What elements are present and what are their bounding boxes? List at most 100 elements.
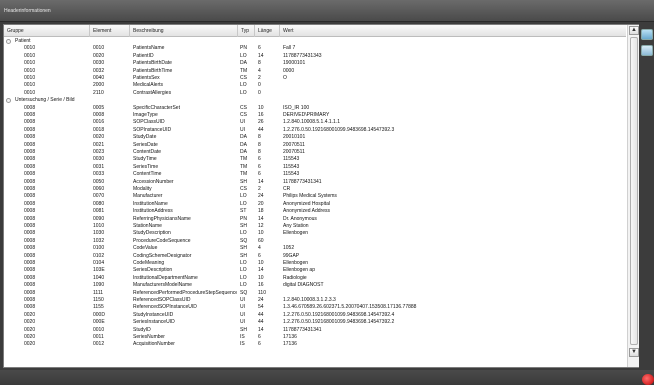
cell-wert: 1.2.840.10008.5.1.4.1.1.1 (283, 119, 340, 126)
cell-beschreibung: StationName (133, 223, 162, 229)
table-row[interactable]: 0008 1090 ManufacturersModelName LO 16 digita… (4, 282, 626, 289)
table-row[interactable]: 0008 1150 ReferencedSOPClassUID UI 24 1.2.840… (4, 297, 626, 304)
table-row[interactable]: 0008 0030 StudyTime TM 6 115543 (4, 156, 626, 163)
table-row[interactable]: 0008 0050 AccessionNumber SH 14 1178877343134… (4, 179, 626, 186)
cell-gruppe: 0008 (24, 163, 36, 170)
cell-element: 0016 (93, 119, 105, 126)
cell-beschreibung: AccessionNumber (133, 178, 174, 185)
table-row[interactable]: 0020 000E SeriesInstanceUID UI 44 1.2.276.0.5… (4, 319, 626, 326)
table-view-icon[interactable] (641, 45, 653, 56)
table-row[interactable]: 0008 1040 InstitutionalDepartmentName LO 10 R… (4, 275, 626, 282)
cell-gruppe: 0008 (24, 289, 36, 296)
cell-beschreibung: InstitutionName (133, 200, 168, 207)
table-row[interactable]: 0008 0023 ContentDate DA 8 20070511 (4, 149, 626, 156)
column-header-typ[interactable]: Typ (238, 25, 255, 37)
scroll-thumb[interactable] (630, 37, 638, 345)
cell-beschreibung: ImageType (133, 112, 158, 118)
cell-laenge: 6 (258, 252, 261, 259)
table-row[interactable]: 0010 0032 PatientsBirthTime TM 4 0000 (4, 68, 626, 75)
cell-typ: UI (240, 126, 245, 133)
table-row[interactable]: 0008 0060 Modality CS 2 CR (4, 186, 626, 193)
table-row[interactable]: 0008 1111 ReferencedPerformedProcedureStep… (4, 290, 626, 297)
group-row[interactable]: Patient (4, 38, 626, 45)
table-row[interactable]: 0008 0005 SpecificCharacterSet CS 10 ISO_IR 1… (4, 105, 626, 112)
cell-wert: ISO_IR 100 (283, 104, 310, 111)
collapse-toggle-icon[interactable] (6, 39, 11, 45)
column-header-laenge[interactable]: Länge (255, 25, 280, 37)
column-header-wert[interactable]: Wert (280, 25, 626, 37)
cell-typ: SH (240, 223, 247, 229)
table-row[interactable]: 0008 0104 CodeMeaning LO 10 Ellenbogen (4, 260, 626, 267)
scroll-up-button[interactable]: ▲ (629, 26, 639, 35)
cell-element: 0040 (93, 75, 105, 81)
table-row[interactable]: 0010 2110 ContrastAllergies LO 0 (4, 90, 626, 97)
table-row[interactable]: 0008 0080 InstitutionName LO 20 Anonymized Ho… (4, 201, 626, 208)
cell-element: 2000 (93, 82, 105, 89)
cell-laenge: 24 (258, 297, 264, 303)
image-view-icon[interactable] (641, 29, 653, 40)
table-row[interactable]: 0008 1155 ReferencedSOPInstanceUID UI 54 1.3.… (4, 304, 626, 311)
cell-element: 0030 (93, 156, 105, 163)
table-row[interactable]: 0008 0102 CodingSchemeDesignator SH 6 99GAP (4, 253, 626, 260)
cell-beschreibung: PatientsBirthDate (133, 60, 172, 67)
table-row[interactable]: 0020 0011 SeriesNumber IS 6 17136 (4, 334, 626, 341)
table-row[interactable]: 0008 1010 StationName SH 12 Any Station (4, 223, 626, 230)
cell-wert: 20070511 (283, 149, 305, 155)
table-row[interactable]: 0010 0030 PatientsBirthDate DA 8 19000101 (4, 60, 626, 67)
table-row[interactable]: 0008 1030 StudyDescription LO 10 Ellenbogen (4, 230, 626, 237)
table-row[interactable]: 0010 0010 PatientsName PN 6 Fall 7 (4, 45, 626, 52)
cell-beschreibung: StudyID (133, 326, 151, 333)
close-icon[interactable] (642, 374, 654, 385)
table-row[interactable]: 0020 0012 AcquisitionNumber IS 6 17136 (4, 341, 626, 348)
table-row[interactable]: 0010 0040 PatientsSex CS 2 O (4, 75, 626, 82)
cell-element: 1010 (93, 223, 105, 229)
vertical-scrollbar[interactable]: ▲ ▼ (627, 25, 639, 367)
column-header-element[interactable]: Element (90, 25, 130, 37)
cell-element: 0020 (93, 52, 105, 59)
cell-element: 000D (93, 311, 105, 318)
table-row[interactable]: 0008 0008 ImageType CS 16 DERIVED\PRIMARY (4, 112, 626, 119)
cell-gruppe: 0010 (24, 60, 36, 67)
table-row[interactable]: 0008 1032 ProcedureCodeSequence SQ 60 (4, 238, 626, 245)
cell-typ: DA (240, 141, 247, 148)
cell-gruppe: 0008 (24, 141, 36, 148)
table-row[interactable]: 0008 0100 CodeValue SH 4 1052 (4, 245, 626, 252)
cell-wert: Dr. Anonymous (283, 215, 317, 222)
table-row[interactable]: 0008 0081 InstitutionAddress ST 18 Anonymized… (4, 208, 626, 215)
cell-typ: TM (240, 67, 248, 74)
table-row[interactable]: 0008 0021 SeriesDate DA 8 20070511 (4, 142, 626, 149)
cell-typ: SH (240, 178, 247, 185)
cell-beschreibung: SeriesDescription (133, 267, 173, 274)
table-row[interactable]: 0008 0070 Manufacturer LO 24 Philips Medical … (4, 193, 626, 200)
group-row[interactable]: Untersuchung / Serie / Bild (4, 97, 626, 104)
cell-beschreibung: PatientsBirthTime (133, 67, 173, 74)
table-row[interactable]: 0020 0010 StudyID SH 14 11788773431341 (4, 327, 626, 334)
cell-beschreibung: SpecificCharacterSet (133, 104, 180, 111)
column-header-beschreibung[interactable]: Beschreibung (130, 25, 238, 37)
scroll-down-button[interactable]: ▼ (629, 348, 639, 357)
cell-beschreibung: InstitutionAddress (133, 208, 173, 215)
table-row[interactable]: 0008 0020 StudyDate DA 8 20010101 (4, 134, 626, 141)
cell-gruppe: 0008 (24, 193, 36, 200)
collapse-toggle-icon[interactable] (6, 98, 11, 104)
cell-typ: UI (240, 311, 245, 318)
cell-laenge: 20 (258, 200, 264, 207)
table-row[interactable]: 0020 000D StudyInstanceUID UI 44 1.2.276.0.50… (4, 312, 626, 319)
cell-wert: Ellenbogen (283, 230, 309, 237)
table-row[interactable]: 0008 103E SeriesDescription LO 14 Ellenbogen … (4, 267, 626, 274)
cell-beschreibung: ReferencedPerformedProcedureStepSequence (133, 289, 237, 296)
table-row[interactable]: 0008 0090 ReferringPhysiciansName PN 14 Dr. A… (4, 216, 626, 223)
cell-element: 0012 (93, 341, 105, 348)
cell-gruppe: 0008 (24, 252, 36, 259)
cell-typ: UI (240, 304, 245, 311)
table-row[interactable]: 0010 2000 MedicalAlerts LO 0 (4, 82, 626, 89)
table-row[interactable]: 0010 0020 PatientID LO 14 11788773431343 (4, 53, 626, 60)
cell-gruppe: 0008 (24, 104, 36, 111)
table-row[interactable]: 0008 0016 SOPClassUID UI 26 1.2.840.10008.5.1… (4, 119, 626, 126)
cell-gruppe: 0008 (24, 260, 36, 266)
table-row[interactable]: 0008 0033 ContentTime TM 6 115543 (4, 171, 626, 178)
column-header-gruppe[interactable]: Gruppe (4, 25, 90, 37)
cell-typ: CS (240, 112, 247, 118)
table-row[interactable]: 0008 0018 SOPInstanceUID UI 44 1.2.276.0.50.1… (4, 127, 626, 134)
table-row[interactable]: 0008 0031 SeriesTime TM 6 115543 (4, 164, 626, 171)
